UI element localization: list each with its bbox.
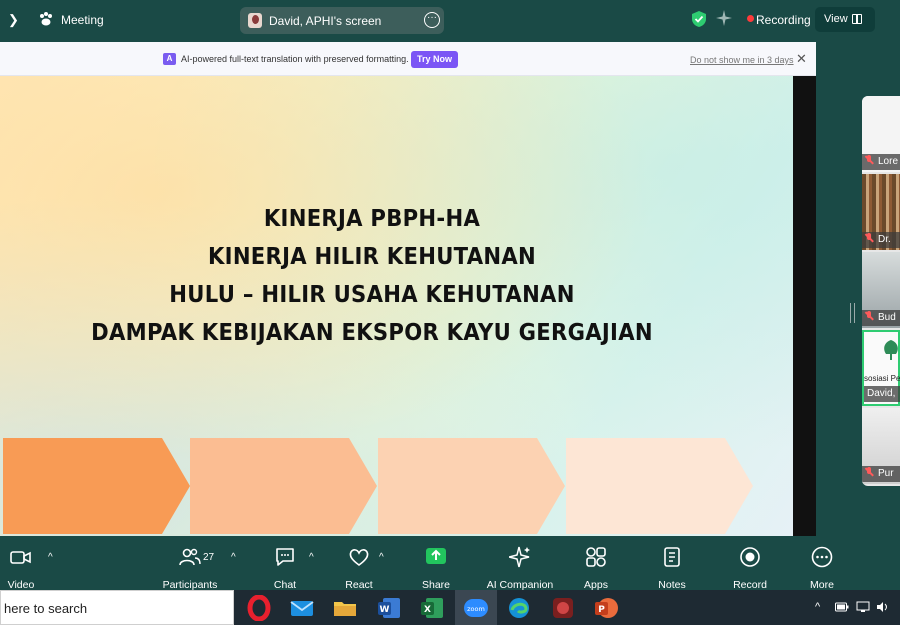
- volume-icon[interactable]: [876, 601, 889, 613]
- apps-button[interactable]: Apps: [580, 546, 612, 591]
- participants-count: 27: [203, 552, 215, 563]
- record-button[interactable]: Record: [732, 546, 768, 591]
- shared-slide: KINERJA PBPH-HA KINERJA HILIR KEHUTANAN …: [0, 76, 793, 536]
- paw-icon: [40, 12, 52, 26]
- edge-icon[interactable]: [506, 595, 532, 621]
- participant-tile[interactable]: Lore: [862, 96, 900, 172]
- screen-share-indicator[interactable]: David, APHI's screen ···: [240, 7, 444, 34]
- chevron-shape-1: [3, 438, 190, 534]
- participant-tile[interactable]: Bud: [862, 252, 900, 328]
- windows-taskbar: here to search W X zoom P ^: [0, 590, 900, 625]
- search-placeholder: here to search: [4, 601, 88, 616]
- avatar: [248, 13, 262, 28]
- share-screen-icon: [426, 548, 446, 564]
- mic-off-icon: [865, 233, 874, 243]
- network-icon[interactable]: [856, 601, 870, 613]
- chevron-up-icon[interactable]: ^: [815, 601, 820, 613]
- chevron-up-icon[interactable]: ^: [48, 552, 53, 563]
- chat-button[interactable]: Chat: [270, 546, 300, 591]
- app-icon[interactable]: [550, 595, 576, 621]
- zoom-window: ❯ Meeting David, APHI's screen ··· Recor…: [0, 0, 900, 625]
- share-label: David, APHI's screen: [269, 14, 382, 28]
- layout-icon: [852, 14, 862, 24]
- word-icon[interactable]: W: [376, 595, 402, 621]
- translation-banner: A AI-powered full-text translation with …: [0, 42, 816, 76]
- meeting-toolbar: Video ^ Participants 27 ^ Chat ^ React ^…: [0, 538, 900, 591]
- svg-text:W: W: [380, 605, 390, 615]
- zoom-app-icon[interactable]: zoom: [463, 595, 489, 621]
- tree-logo-icon: [884, 340, 898, 360]
- chevron-up-icon[interactable]: ^: [379, 552, 384, 563]
- file-explorer-icon[interactable]: [332, 595, 358, 621]
- participant-name: Dr.: [862, 232, 900, 248]
- mic-off-icon: [865, 155, 874, 165]
- notes-button[interactable]: Notes: [656, 546, 688, 591]
- record-icon: [740, 547, 760, 567]
- participant-name: Lore: [862, 154, 900, 170]
- slide-title: KINERJA PBPH-HA KINERJA HILIR KEHUTANAN …: [0, 200, 744, 352]
- translate-icon: A: [163, 53, 176, 65]
- participant-tile-active[interactable]: sosiasi Pe David,: [862, 330, 900, 406]
- chevron-shape-4: [566, 438, 753, 534]
- participant-name: David,: [864, 386, 900, 402]
- slide-line: KINERJA PBPH-HA: [263, 206, 481, 232]
- react-button[interactable]: React: [343, 546, 375, 591]
- svg-text:zoom: zoom: [467, 605, 485, 613]
- video-button[interactable]: Video: [6, 546, 36, 591]
- shield-check-icon[interactable]: [691, 10, 707, 28]
- mail-icon[interactable]: [289, 595, 315, 621]
- powerpoint-icon[interactable]: P: [593, 595, 619, 621]
- resize-handle[interactable]: [850, 303, 855, 323]
- excel-icon[interactable]: X: [419, 595, 445, 621]
- participant-caption: sosiasi Pe: [864, 374, 900, 383]
- participant-tile[interactable]: Pur: [862, 408, 900, 484]
- slide-line: DAMPAK KEBIJAKAN EKSPOR KAYU GERGAJIAN: [91, 320, 653, 346]
- svg-text:X: X: [424, 605, 431, 615]
- more-options-icon[interactable]: ···: [424, 12, 440, 28]
- sparkle-icon[interactable]: [716, 10, 732, 26]
- recording-label[interactable]: Recording: [756, 13, 811, 27]
- more-icon: [811, 546, 833, 568]
- slide-edge: [793, 76, 816, 536]
- view-button[interactable]: View: [815, 7, 875, 32]
- more-button[interactable]: More: [806, 546, 838, 591]
- view-label: View: [824, 13, 848, 25]
- banner-message: AI-powered full-text translation with pr…: [181, 54, 409, 64]
- svg-text:P: P: [598, 605, 605, 615]
- slide-line: HULU – HILIR USAHA KEHUTANAN: [169, 282, 575, 308]
- participant-tile[interactable]: Dr.: [862, 174, 900, 250]
- recording-dot-icon: [747, 15, 754, 22]
- participant-name: Pur: [862, 466, 900, 482]
- chevron-up-icon[interactable]: ^: [231, 552, 236, 563]
- participants-icon: [179, 548, 201, 566]
- ai-companion-button[interactable]: AI Companion: [484, 546, 556, 591]
- notes-icon: [664, 547, 680, 567]
- opera-icon[interactable]: [246, 595, 272, 621]
- chevron-left-icon[interactable]: ❯: [8, 12, 19, 28]
- ai-sparkle-icon: [508, 546, 530, 568]
- close-icon[interactable]: ✕: [796, 51, 807, 67]
- meeting-label: Meeting: [61, 13, 104, 27]
- try-now-button[interactable]: Try Now: [411, 51, 458, 68]
- chevron-shape-2: [190, 438, 377, 534]
- participant-strip: Lore Dr. Bud sosiasi Pe David, Pur: [862, 96, 900, 486]
- battery-icon[interactable]: [835, 602, 849, 612]
- apps-icon: [586, 547, 606, 567]
- heart-icon: [349, 549, 369, 566]
- chevron-shape-3: [378, 438, 565, 534]
- taskbar-search[interactable]: here to search: [0, 590, 234, 625]
- share-button[interactable]: Share: [420, 546, 452, 591]
- top-bar: ❯ Meeting David, APHI's screen ··· Recor…: [0, 0, 900, 40]
- mic-off-icon: [865, 467, 874, 477]
- participant-name: Bud: [862, 310, 900, 326]
- chevron-up-icon[interactable]: ^: [309, 552, 314, 563]
- chat-icon: [276, 548, 294, 566]
- mic-off-icon: [865, 311, 874, 321]
- video-camera-icon: [10, 551, 31, 564]
- dont-show-link[interactable]: Do not show me in 3 days: [690, 55, 794, 65]
- slide-line: KINERJA HILIR KEHUTANAN: [207, 244, 536, 270]
